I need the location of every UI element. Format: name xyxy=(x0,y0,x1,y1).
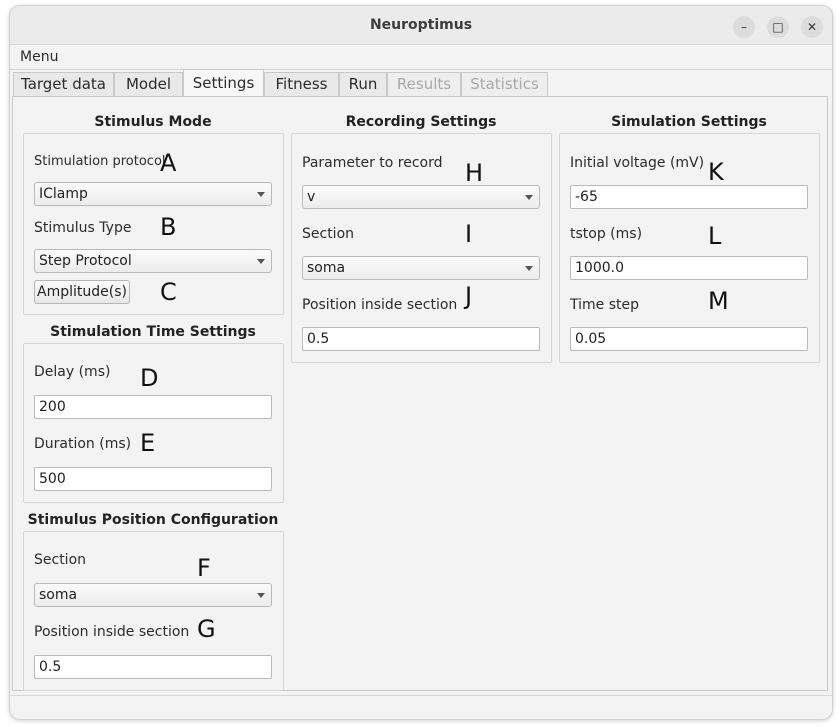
annotation-i: I xyxy=(465,220,473,248)
minimize-icon[interactable]: – xyxy=(733,16,755,38)
parameter-select[interactable]: v xyxy=(302,185,540,209)
delay-input[interactable]: 200 xyxy=(34,395,272,419)
tab-statistics: Statistics xyxy=(461,72,548,96)
annotation-f: F xyxy=(197,554,211,582)
timestep-input[interactable]: 0.05 xyxy=(570,327,808,351)
stimulation-protocol-value: IClamp xyxy=(39,186,88,202)
annotation-l: L xyxy=(708,222,722,250)
timestep-label: Time step xyxy=(570,297,639,313)
chevron-down-icon xyxy=(525,266,533,271)
close-icon[interactable]: ✕ xyxy=(801,16,823,38)
annotation-h: H xyxy=(465,159,484,187)
stimulus-type-select[interactable]: Step Protocol xyxy=(34,249,272,273)
stim-section-value: soma xyxy=(39,587,78,603)
stimulus-type-label: Stimulus Type xyxy=(34,220,132,236)
initial-voltage-input[interactable]: -65 xyxy=(570,185,808,209)
tstop-label: tstop (ms) xyxy=(570,226,643,242)
stim-section-label: Section xyxy=(34,552,87,568)
tab-bar: Target data Model Settings Fitness Run R… xyxy=(13,69,829,97)
app-window: Neuroptimus – □ ✕ Menu Target data Model… xyxy=(9,5,833,720)
recording-settings-group: Parameter to record v Section soma Posit… xyxy=(291,133,552,363)
tab-fitness[interactable]: Fitness xyxy=(264,72,339,96)
chevron-down-icon xyxy=(525,195,533,200)
chevron-down-icon xyxy=(257,259,265,264)
stim-time-title: Stimulation Time Settings xyxy=(50,324,256,340)
stim-position-title: Stimulus Position Configuration xyxy=(27,512,279,528)
duration-input[interactable]: 500 xyxy=(34,467,272,491)
stimulation-protocol-label: Stimulation protocol xyxy=(34,154,166,169)
recording-section-select[interactable]: soma xyxy=(302,256,540,280)
annotation-d: D xyxy=(140,364,159,392)
menu-item-menu[interactable]: Menu xyxy=(20,49,58,65)
amplitude-button[interactable]: Amplitude(s) xyxy=(34,280,130,304)
recording-settings-title: Recording Settings xyxy=(345,114,497,130)
status-bar xyxy=(10,695,832,719)
tstop-input[interactable]: 1000.0 xyxy=(570,256,808,280)
chevron-down-icon xyxy=(257,593,265,598)
duration-label: Duration (ms) xyxy=(34,436,132,452)
stimulus-mode-title: Stimulus Mode xyxy=(94,114,212,130)
recording-section-label: Section xyxy=(302,226,355,242)
simulation-settings-group: Initial voltage (mV) -65 tstop (ms) 1000… xyxy=(559,133,820,363)
recording-position-label: Position inside section xyxy=(302,297,458,313)
settings-tab-pane: Stimulus Mode Stimulation protocol IClam… xyxy=(12,96,828,691)
stim-position-label: Position inside section xyxy=(34,624,190,640)
stim-time-group: Delay (ms) 200 Duration (ms) 500 D E xyxy=(23,343,284,503)
recording-section-value: soma xyxy=(307,260,346,276)
parameter-label: Parameter to record xyxy=(302,155,443,171)
tab-settings[interactable]: Settings xyxy=(183,69,264,97)
tab-run[interactable]: Run xyxy=(339,72,387,96)
menu-bar: Menu xyxy=(10,45,832,70)
stimulus-type-value: Step Protocol xyxy=(39,253,132,269)
maximize-icon[interactable]: □ xyxy=(767,16,789,38)
chevron-down-icon xyxy=(257,192,265,197)
recording-position-input[interactable]: 0.5 xyxy=(302,327,540,351)
delay-label: Delay (ms) xyxy=(34,364,111,380)
tab-model[interactable]: Model xyxy=(114,72,183,96)
title-bar: Neuroptimus – □ ✕ xyxy=(10,6,832,45)
stimulation-protocol-select[interactable]: IClamp xyxy=(34,182,272,206)
annotation-g: G xyxy=(197,615,216,643)
tab-target-data[interactable]: Target data xyxy=(13,72,114,96)
stim-section-select[interactable]: soma xyxy=(34,583,272,607)
tab-results: Results xyxy=(387,72,461,96)
annotation-a: A xyxy=(160,149,177,177)
annotation-c: C xyxy=(160,278,177,306)
annotation-k: K xyxy=(708,158,724,186)
stim-position-input[interactable]: 0.5 xyxy=(34,655,272,679)
annotation-j: J xyxy=(465,282,473,310)
stimulus-mode-group: Stimulation protocol IClamp Stimulus Typ… xyxy=(23,133,284,315)
parameter-value: v xyxy=(307,189,316,205)
annotation-m: M xyxy=(708,287,729,315)
stim-position-group: Section soma Position inside section 0.5… xyxy=(23,531,284,691)
initial-voltage-label: Initial voltage (mV) xyxy=(570,155,705,171)
window-title: Neuroptimus xyxy=(369,17,473,33)
annotation-b: B xyxy=(160,213,177,241)
annotation-e: E xyxy=(140,429,156,457)
simulation-settings-title: Simulation Settings xyxy=(611,114,767,130)
